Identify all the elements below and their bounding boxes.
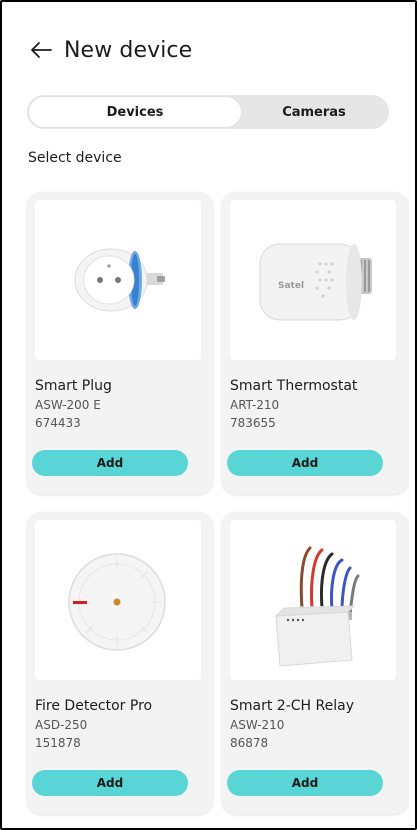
device-code: 86878 [230, 736, 269, 750]
fire-detector-image [35, 520, 201, 680]
device-card-relay[interactable]: Smart 2-CH Relay ASW-210 86878 Add [222, 512, 408, 814]
device-model: ASD-250 [35, 718, 88, 732]
header: New device [28, 30, 192, 70]
add-button[interactable]: Add [32, 450, 188, 476]
add-button[interactable]: Add [32, 770, 188, 796]
device-card-smart-thermostat[interactable]: Satel Smart Thermostat ART-210 783655 Ad… [222, 192, 408, 494]
page-title: New device [64, 37, 193, 63]
add-button[interactable]: Add [227, 770, 383, 796]
brand-logo: Satel [278, 281, 304, 291]
device-code: 674433 [35, 416, 81, 430]
add-button[interactable]: Add [227, 450, 383, 476]
device-card-fire-detector[interactable]: Fire Detector Pro ASD-250 151878 Add [27, 512, 213, 814]
device-model: ASW-210 [230, 718, 285, 732]
section-label: Select device [28, 150, 122, 166]
device-name: Smart 2-CH Relay [230, 698, 354, 714]
device-name: Fire Detector Pro [35, 698, 153, 714]
device-card-smart-plug[interactable]: Smart Plug ASW-200 E 674433 Add [27, 192, 213, 494]
back-button[interactable] [28, 37, 54, 63]
device-model: ASW-200 E [35, 398, 101, 412]
device-name: Smart Plug [35, 378, 112, 394]
tab-devices[interactable]: Devices [29, 97, 241, 127]
device-model: ART-210 [230, 398, 280, 412]
tab-cameras[interactable]: Cameras [241, 97, 387, 127]
device-name: Smart Thermostat [230, 378, 358, 394]
smart-thermostat-image: Satel [230, 200, 396, 360]
device-code: 151878 [35, 736, 81, 750]
arrow-left-icon [31, 42, 52, 58]
relay-module-image [230, 520, 396, 680]
device-code: 783655 [230, 416, 276, 430]
smart-plug-image [35, 200, 201, 360]
device-type-tabs: Devices Cameras [27, 95, 389, 129]
